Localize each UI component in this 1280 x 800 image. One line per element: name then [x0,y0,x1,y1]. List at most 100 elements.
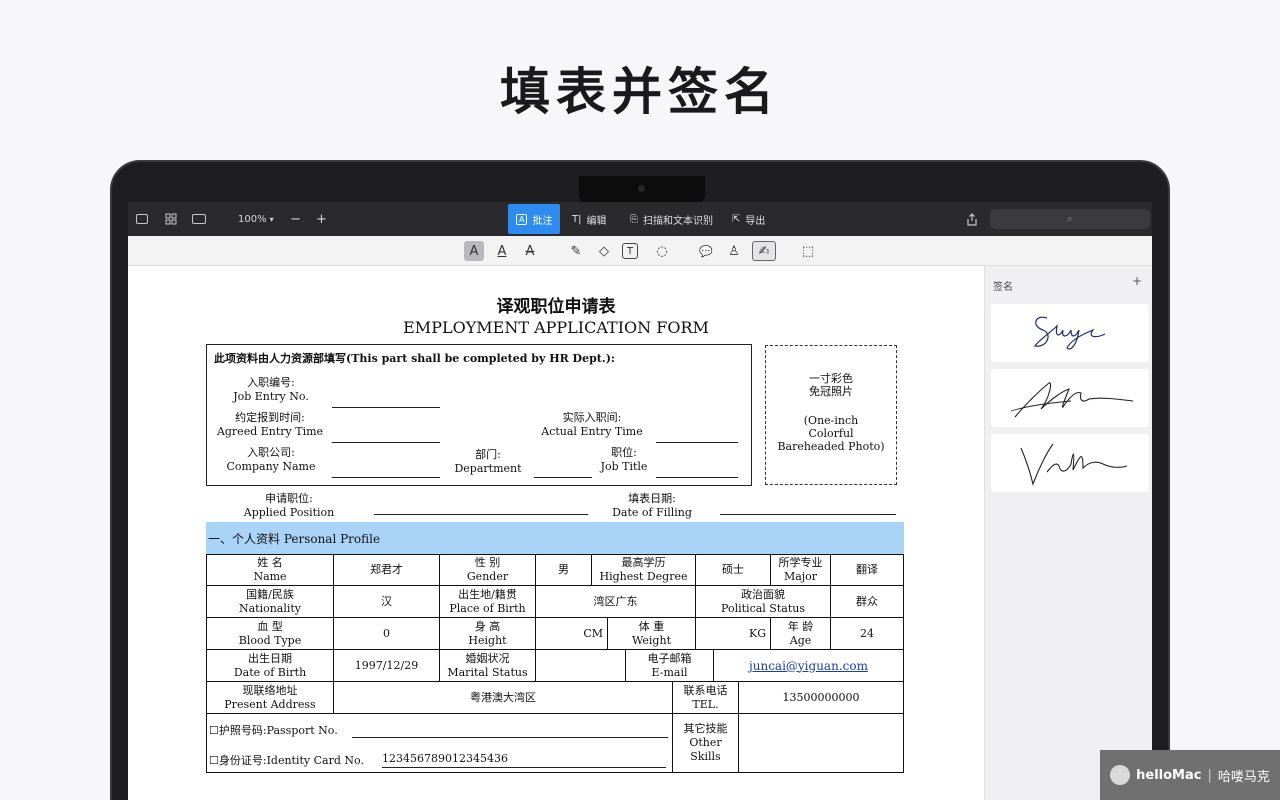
main-toolbar: 100% ▾ − + A 批注 T| 编辑 ⎘ 扫描和文本识别 ⇱ 导出 ⌕ [128,202,1152,236]
job-title-field[interactable] [656,477,738,478]
stamp-tool[interactable]: ♙ [724,241,744,261]
signature-panel-title: 签名 [993,282,1013,293]
actual-entry-label-en: Actual Entry Time [541,425,643,438]
age-value[interactable]: 24 [830,617,904,650]
grid-view-icon[interactable] [165,202,177,236]
signature-panel: 签名 + [984,266,1152,800]
filling-date-field[interactable] [720,514,896,515]
skills-value[interactable] [738,713,904,773]
marital-value[interactable] [535,649,626,682]
address-value[interactable]: 粤港澳大湾区 [333,681,673,714]
document-canvas[interactable]: 译观职位申请表 EMPLOYMENT APPLICATION FORM 此项资料… [128,266,984,800]
filling-date-label-en: Date of Filling [612,506,692,519]
shape-tool[interactable]: ◌ [652,241,672,261]
job-entry-field[interactable] [332,407,440,408]
annotation-toolbar: A A A ✎ ◇ T ◌ 💬 ♙ ✍ ⬚ [128,236,1152,266]
email-label: 电子邮箱 E-mail [625,649,714,682]
signature-1-icon [1033,316,1106,350]
blood-type-label: 血 型 Blood Type [206,617,334,650]
tel-value[interactable]: 13500000000 [738,681,904,714]
photo-label-5: Bareheaded Photo) [777,440,885,453]
signature-item[interactable] [991,369,1149,427]
tab-label: 扫描和文本识别 [643,215,713,227]
department-field[interactable] [534,477,592,478]
camera-icon [638,185,645,192]
degree-value[interactable]: 硕士 [695,554,771,586]
tab-label: 编辑 [586,215,607,227]
zoom-select[interactable]: 100% ▾ [238,202,274,236]
blood-type-value[interactable]: 0 [333,617,440,650]
highlight-text-tool[interactable]: A [464,241,484,261]
tab-scan-ocr[interactable]: ⎘ 扫描和文本识别 [622,204,721,234]
name-value[interactable]: 郑君才 [333,554,440,586]
dob-value[interactable]: 1997/12/29 [333,649,440,682]
tel-label: 联系电话 TEL. [672,681,739,714]
political-value[interactable]: 群众 [830,585,904,618]
actual-entry-field[interactable] [656,442,738,443]
id-card-label: ☐身份证号:Identity Card No. [209,754,364,767]
form-title-cn: 译观职位申请表 [496,297,616,317]
birthplace-label: 出生地/籍贯 Place of Birth [439,585,536,618]
actual-entry-label-cn: 实际入职间: [562,411,622,424]
signature-3-icon [1020,443,1128,486]
skills-label: 其它技能 Other Skills [672,713,739,773]
tab-annotate[interactable]: A 批注 [508,204,561,234]
page-layout-icon[interactable] [192,202,206,236]
major-value[interactable]: 翻译 [830,554,904,586]
watermark-cn: 哈喽马克 [1217,769,1270,785]
filling-date-label-cn: 填表日期: [628,492,676,505]
gender-value[interactable]: 男 [535,554,592,586]
app-window: 100% ▾ − + A 批注 T| 编辑 ⎘ 扫描和文本识别 ⇱ 导出 ⌕ A… [128,202,1152,800]
signature-tool[interactable]: ✍ [752,241,776,261]
watermark-brand: helloMac [1136,767,1202,783]
applied-position-label-cn: 申请职位: [265,492,313,505]
department-label-cn: 部门: [475,448,501,461]
tab-export[interactable]: ⇱ 导出 [724,204,773,234]
height-value[interactable]: CM [535,617,608,650]
birthplace-value[interactable]: 湾区广东 [535,585,696,618]
search-input[interactable]: ⌕ [990,209,1150,229]
signature-item[interactable] [991,434,1149,492]
company-label-en: Company Name [226,460,316,473]
agreed-entry-field[interactable] [332,442,440,443]
employment-form: 译观职位申请表 EMPLOYMENT APPLICATION FORM 此项资料… [128,266,984,800]
photo-label-3: (One-inch [803,414,859,427]
note-tool[interactable]: 💬 [696,241,716,261]
hr-heading: 此项资料由人力资源部填写(This part shall be complete… [214,352,615,365]
text-box-tool[interactable]: T [622,243,638,259]
sidebar-toggle-icon[interactable] [136,202,148,236]
eraser-tool[interactable]: ◇ [594,241,614,261]
id-card-value[interactable]: 123456789012345436 [382,752,508,765]
pen-tool[interactable]: ✎ [566,241,586,261]
underline-text-tool[interactable]: A [492,241,512,261]
tab-label: 批注 [532,215,553,227]
strikethrough-text-tool[interactable]: A [520,241,540,261]
tab-edit[interactable]: T| 编辑 [564,204,614,234]
email-value[interactable]: juncai@yiguan.com [713,649,904,682]
weight-value[interactable]: KG [695,617,771,650]
add-signature-button[interactable]: + [1130,274,1144,288]
watermark: helloMac | 哈喽马克 [1100,750,1280,800]
agreed-entry-label-en: Agreed Entry Time [216,425,324,438]
share-icon[interactable] [966,202,978,236]
signature-item[interactable] [991,304,1149,362]
photo-label-4: Colorful [808,427,854,440]
dob-label: 出生日期 Date of Birth [206,649,334,682]
job-title-label-cn: 职位: [611,446,637,459]
section-personal-profile: 一、个人资料 Personal Profile [208,532,381,546]
major-label: 所学专业 Major [770,554,831,586]
company-field[interactable] [332,477,440,478]
nationality-label: 国籍/民族 Nationality [206,585,334,618]
selection-tool[interactable]: ⬚ [798,241,818,261]
annotate-icon: A [516,213,528,225]
political-label: 政治面貌 Political Status [695,585,831,618]
zoom-out-button[interactable]: − [290,202,301,236]
zoom-in-button[interactable]: + [316,202,327,236]
applied-position-field[interactable] [374,514,588,515]
degree-label: 最高学历 Highest Degree [591,554,696,586]
passport-field[interactable] [352,737,668,738]
signature-2-icon [1010,382,1134,418]
zoom-level: 100% [238,213,267,225]
nationality-value[interactable]: 汉 [333,585,440,618]
hero-title: 填表并签名 [500,63,780,121]
